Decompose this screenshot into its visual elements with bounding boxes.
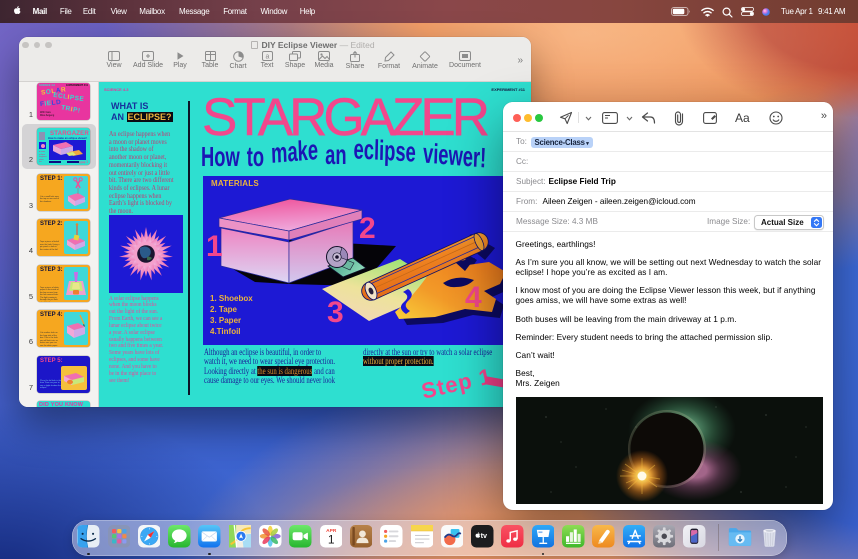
svg-text:2: 2 bbox=[359, 212, 376, 245]
svg-text:tv: tv bbox=[481, 531, 487, 540]
svg-text:1: 1 bbox=[206, 230, 223, 263]
svg-text:4: 4 bbox=[465, 281, 482, 314]
svg-text:a: a bbox=[265, 53, 269, 60]
svg-text:3: 3 bbox=[327, 296, 344, 329]
svg-text:1: 1 bbox=[327, 532, 334, 546]
